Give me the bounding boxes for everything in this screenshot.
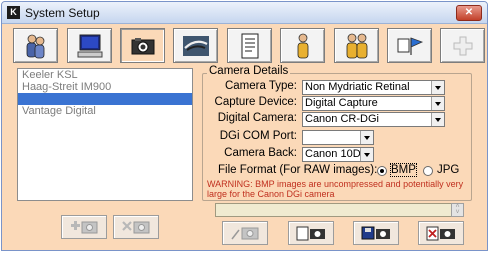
new-camera-button[interactable] [288, 221, 334, 245]
list-item[interactable]: Vantage Digital [18, 105, 192, 117]
camera-list[interactable]: Keeler KSL Haag-Streit IM900 Vantage Dig… [17, 68, 193, 201]
toolbar-document-button[interactable] [227, 28, 272, 63]
list-item-selected[interactable] [18, 93, 192, 105]
camera-type-select[interactable]: Non Mydriatic Retinal [302, 80, 445, 95]
eye-icon [182, 35, 209, 56]
add-camera-icon [71, 221, 98, 234]
save-camera-icon [361, 226, 390, 240]
edit-camera-button[interactable] [222, 221, 268, 245]
toolbar [2, 25, 487, 65]
jpg-option-label[interactable]: JPG [437, 164, 459, 176]
window-title: System Setup [25, 6, 100, 20]
digital-camera-value: Canon CR-DGi [305, 113, 379, 125]
list-item[interactable]: Haag-Streit IM900 [18, 81, 192, 93]
group-icon [346, 33, 367, 58]
digital-camera-select[interactable]: Canon CR-DGi [302, 112, 445, 127]
plus-icon [453, 36, 472, 55]
capture-device-value: Digital Capture [305, 97, 378, 109]
chevron-down-icon[interactable] [431, 97, 444, 110]
bmp-warning-text: WARNING: BMP images are uncompressed and… [207, 179, 464, 199]
users-icon [26, 34, 44, 58]
capture-device-label: Capture Device: [214, 96, 297, 108]
title-bar[interactable]: K System Setup ✕ [2, 2, 487, 24]
file-format-label: File Format (For RAW images): [218, 164, 378, 176]
com-port-select[interactable] [302, 130, 374, 145]
person-icon [297, 33, 308, 58]
toolbar-eye-button[interactable] [173, 28, 218, 63]
camera-back-label: Camera Back: [224, 147, 297, 159]
toolbar-camera-button[interactable] [120, 28, 165, 63]
camera-details-title: Camera Details [207, 65, 291, 77]
capture-device-select[interactable]: Digital Capture [302, 96, 445, 111]
digital-camera-label: Digital Camera: [217, 112, 297, 124]
com-port-label: DGi COM Port: [219, 130, 297, 142]
toolbar-users-button[interactable] [13, 28, 58, 63]
delete-camera-button[interactable] [418, 221, 464, 245]
toolbar-plus-button[interactable] [440, 28, 485, 63]
save-camera-button[interactable] [353, 221, 399, 245]
document-icon [241, 33, 258, 58]
camera-back-value: Canon 10D [305, 148, 361, 160]
status-field [215, 203, 464, 217]
remove-camera-icon [122, 221, 150, 234]
chevron-down-icon[interactable] [431, 81, 444, 94]
status-scroll-arrows[interactable]: ˄ ˅ [451, 203, 464, 217]
bmp-radio[interactable] [377, 166, 387, 176]
bmp-option-label[interactable]: BMP [390, 163, 417, 177]
list-item[interactable]: Keeler KSL [18, 69, 192, 81]
camera-type-value: Non Mydriatic Retinal [305, 81, 410, 93]
computer-icon [77, 34, 102, 57]
toolbar-group-button[interactable] [334, 28, 379, 63]
camera-back-select[interactable]: Canon 10D [302, 147, 374, 162]
delete-camera-icon [426, 226, 455, 241]
camera-type-label: Camera Type: [224, 80, 297, 92]
new-camera-icon [296, 226, 325, 241]
toolbar-computer-button[interactable] [67, 28, 112, 63]
app-icon: K [7, 6, 20, 19]
chevron-down-icon[interactable] [360, 131, 373, 144]
flag-icon [397, 36, 423, 55]
jpg-radio[interactable] [423, 166, 433, 176]
close-button[interactable]: ✕ [456, 5, 482, 21]
remove-camera-button[interactable] [113, 215, 159, 239]
chevron-down-icon[interactable] [431, 113, 444, 126]
edit-camera-icon [231, 227, 259, 240]
chevron-down-icon[interactable] [360, 148, 373, 161]
system-setup-window: K System Setup ✕ Keeler KSL Haag-Streit … [1, 1, 488, 251]
add-camera-button[interactable] [61, 215, 107, 239]
toolbar-flag-button[interactable] [387, 28, 432, 63]
toolbar-person-button[interactable] [280, 28, 325, 63]
camera-icon [131, 37, 154, 54]
